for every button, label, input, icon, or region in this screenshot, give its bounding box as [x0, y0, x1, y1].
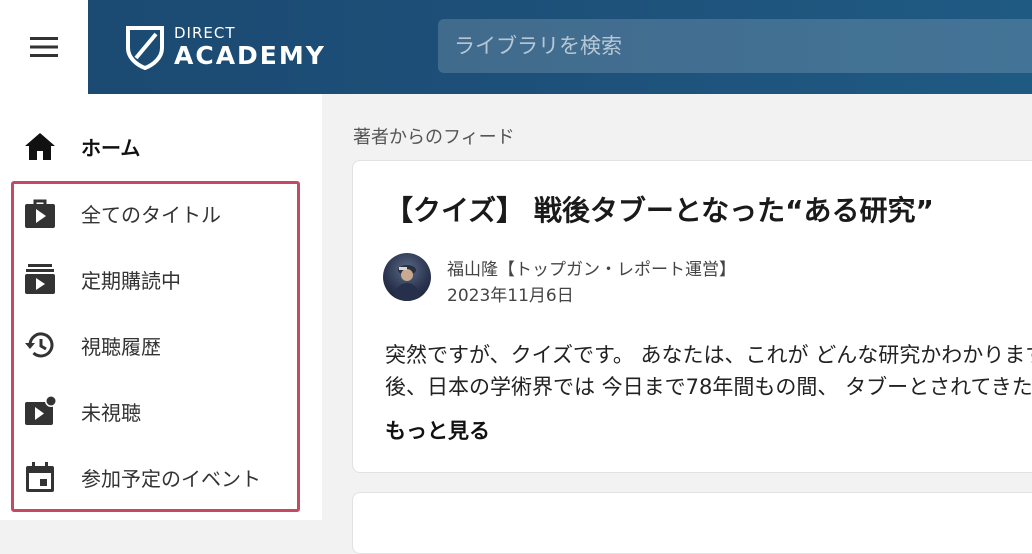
logo-big-text: ACADEMY — [174, 41, 326, 70]
hamburger-menu-button[interactable] — [0, 0, 88, 94]
post-title[interactable]: 【クイズ】 戦後タブーとなった“ある研究” — [385, 189, 934, 229]
history-icon — [24, 329, 56, 361]
sidebar-item-label: 視聴履歴 — [81, 334, 161, 359]
calendar-icon — [24, 461, 56, 493]
play-bag-icon — [24, 197, 56, 229]
sidebar-item-unwatched[interactable]: 未視聴 — [0, 378, 300, 444]
search-input[interactable] — [438, 19, 1032, 73]
subscriptions-icon — [24, 263, 56, 295]
sidebar-item-label: 未視聴 — [81, 400, 141, 425]
sidebar-item-label: 定期購読中 — [81, 268, 181, 293]
sidebar-item-label: 参加予定のイベント — [81, 466, 261, 491]
home-icon — [24, 130, 56, 162]
logo-small-text: DIRECT — [174, 24, 236, 42]
sidebar-item-upcoming-events[interactable]: 参加予定のイベント — [0, 444, 300, 510]
shield-logo-icon — [126, 26, 164, 70]
post-author[interactable]: 福山隆【トップガン・レポート運営】 — [447, 255, 736, 280]
post-body: 突然ですが、クイズです。 あなたは、これが どんな研究かわかりますか？ 後、日本… — [385, 339, 1032, 403]
sidebar: ホーム 全てのタイトル 定期購読中 視聴履歴 未視聴 参加予定のイベント — [0, 94, 322, 520]
post-date: 2023年11月6日 — [447, 286, 574, 306]
sidebar-item-home[interactable]: ホーム — [0, 113, 300, 179]
post-body-line: 後、日本の学術界では 今日まで78年間もの間、 タブーとされてきた研究です。 — [385, 375, 1032, 399]
logo[interactable]: DIRECT ACADEMY — [126, 22, 326, 72]
sidebar-item-subscriptions[interactable]: 定期購読中 — [0, 246, 300, 312]
sidebar-item-label: ホーム — [81, 135, 141, 160]
unwatched-icon — [24, 395, 56, 427]
sidebar-item-all-titles[interactable]: 全てのタイトル — [0, 180, 300, 246]
avatar[interactable] — [383, 253, 431, 301]
post-card[interactable]: 【クイズ】 戦後タブーとなった“ある研究” 福山隆【トップガン・レポート運営】 … — [352, 160, 1032, 473]
hamburger-icon — [30, 37, 58, 57]
top-header: DIRECT ACADEMY — [88, 0, 1032, 94]
show-more-link[interactable]: もっと見る — [385, 415, 490, 445]
post-card[interactable] — [352, 492, 1032, 554]
sidebar-item-history[interactable]: 視聴履歴 — [0, 312, 300, 378]
post-body-line: 突然ですが、クイズです。 あなたは、これが どんな研究かわかりますか？ — [385, 343, 1032, 367]
feed-heading: 著者からのフィード — [353, 127, 515, 148]
sidebar-item-label: 全てのタイトル — [81, 202, 221, 227]
